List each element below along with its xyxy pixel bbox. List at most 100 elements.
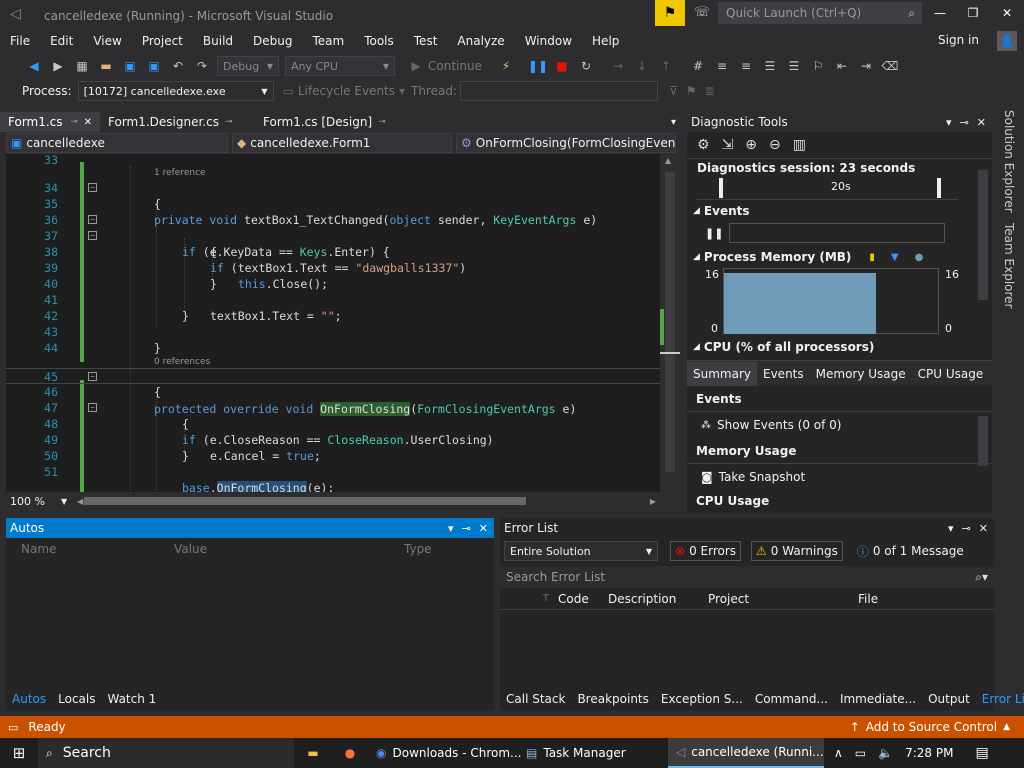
bookmark-icon[interactable]: ⚐: [808, 56, 828, 76]
flag-thread-icon[interactable]: ⚑: [686, 84, 697, 98]
prev-bookmark-icon[interactable]: ⇤: [832, 56, 852, 76]
pin-icon[interactable]: ⊸: [960, 116, 969, 129]
pin-icon[interactable]: ⊸: [462, 522, 471, 535]
filter-icon[interactable]: ⊽: [669, 84, 678, 98]
stack-frame-icon[interactable]: ≣: [705, 84, 715, 98]
menu-view[interactable]: View: [83, 30, 131, 52]
align-left-icon[interactable]: ≡: [712, 56, 732, 76]
close-button[interactable]: ✕: [997, 6, 1017, 22]
process-select[interactable]: [10172] cancelledexe.exe ▼: [77, 81, 274, 101]
tab-immediate-window[interactable]: Immediate...: [834, 692, 922, 706]
save-all-icon[interactable]: ▣: [144, 56, 164, 76]
warnings-filter-button[interactable]: ⚠ 0 Warnings: [751, 541, 843, 561]
tab-overflow-icon[interactable]: ▾: [671, 117, 676, 128]
class-select[interactable]: ◆ cancelledexe.Form1: [232, 133, 452, 153]
scroll-up-icon[interactable]: ▲: [665, 156, 671, 165]
project-select[interactable]: ▣ cancelledexe: [6, 133, 228, 153]
team-explorer-tab[interactable]: Team Explorer: [1002, 223, 1016, 309]
menu-debug[interactable]: Debug: [243, 30, 302, 52]
column-project[interactable]: Project: [708, 592, 749, 606]
export-icon[interactable]: ⇲: [722, 137, 734, 153]
timeline-ruler[interactable]: 20s: [697, 178, 958, 200]
collapse-triangle-icon[interactable]: ◢: [693, 206, 700, 216]
redo-icon[interactable]: ↷: [192, 56, 212, 76]
tab-autos[interactable]: Autos: [6, 692, 52, 706]
collapse-triangle-icon[interactable]: ◢: [693, 342, 700, 352]
close-icon[interactable]: ✕: [977, 116, 986, 129]
scroll-right-icon[interactable]: ▶: [650, 497, 656, 506]
collapse-icon[interactable]: −: [88, 183, 97, 192]
solution-explorer-tab[interactable]: Solution Explorer: [1002, 110, 1016, 213]
chevron-up-icon[interactable]: ▲: [1003, 722, 1010, 732]
panel-menu-icon[interactable]: ▾: [948, 522, 954, 535]
panel-menu-icon[interactable]: ▾: [448, 522, 454, 535]
pin-icon[interactable]: ⊸: [962, 522, 971, 535]
chevron-down-icon[interactable]: ▼: [61, 497, 67, 506]
panel-menu-icon[interactable]: ▾: [946, 116, 952, 129]
new-project-icon[interactable]: ▦: [72, 56, 92, 76]
collapse-icon[interactable]: −: [88, 215, 97, 224]
tab-events[interactable]: Events: [757, 367, 810, 381]
taskbar-task-manager[interactable]: ▤ Task Manager: [518, 738, 668, 768]
scroll-thumb[interactable]: [665, 172, 675, 472]
menu-edit[interactable]: Edit: [40, 30, 83, 52]
undo-icon[interactable]: ↶: [168, 56, 188, 76]
notifications-flag-icon[interactable]: ⚑: [655, 0, 685, 26]
diag-lower-scrollbar[interactable]: [976, 398, 990, 498]
collapse-icon[interactable]: −: [88, 372, 97, 381]
zoom-in-icon[interactable]: ⊕: [745, 137, 757, 153]
firefox-icon[interactable]: ●: [332, 738, 368, 768]
tab-form1-cs[interactable]: Form1.cs ⊸ ✕: [0, 112, 100, 132]
editor-vertical-scrollbar[interactable]: ▲: [660, 154, 680, 492]
file-explorer-icon[interactable]: ▬: [294, 738, 332, 768]
scroll-left-icon[interactable]: ◀: [77, 497, 83, 506]
menu-analyze[interactable]: Analyze: [447, 30, 514, 52]
feedback-icon[interactable]: ☏: [694, 5, 710, 20]
menu-project[interactable]: Project: [132, 30, 193, 52]
collapse-triangle-icon[interactable]: ◢: [693, 252, 700, 262]
tab-locals[interactable]: Locals: [52, 692, 101, 706]
menu-file[interactable]: File: [0, 30, 40, 52]
cpu-track-header[interactable]: ◢ CPU (% of all processors): [687, 338, 992, 356]
close-icon[interactable]: ✕: [479, 522, 488, 535]
menu-window[interactable]: Window: [515, 30, 582, 52]
events-timeline[interactable]: [729, 223, 946, 243]
next-bookmark-icon[interactable]: ⇥: [856, 56, 876, 76]
tab-output[interactable]: Output: [922, 692, 976, 706]
menu-team[interactable]: Team: [302, 30, 354, 52]
column-description[interactable]: Description: [608, 592, 676, 606]
show-hidden-icons-icon[interactable]: ∧: [834, 746, 843, 760]
continue-button[interactable]: Continue: [428, 59, 482, 73]
quick-launch-input[interactable]: Quick Launch (Ctrl+Q) ⌕: [718, 2, 922, 24]
step-into-icon[interactable]: ↓: [632, 56, 652, 76]
filter-icon[interactable]: ⊤: [542, 594, 550, 604]
menu-test[interactable]: Test: [404, 30, 448, 52]
menu-tools[interactable]: Tools: [354, 30, 404, 52]
clock-time[interactable]: 7:28 PM: [905, 746, 953, 760]
uncomment-icon[interactable]: ☰: [784, 56, 804, 76]
close-tab-icon[interactable]: ✕: [84, 117, 92, 128]
editor-horizontal-scroll-thumb[interactable]: [84, 497, 526, 505]
save-icon[interactable]: ▣: [120, 56, 140, 76]
continue-play-icon[interactable]: ▶: [406, 56, 426, 76]
step-out-icon[interactable]: ↑: [656, 56, 676, 76]
reset-view-icon[interactable]: ▥: [793, 137, 806, 153]
account-avatar-icon[interactable]: 👤: [997, 31, 1017, 51]
column-file[interactable]: File: [858, 592, 878, 606]
memory-track-header[interactable]: ◢ Process Memory (MB) ▮ ▼ ●: [687, 246, 992, 268]
clear-bookmarks-icon[interactable]: ⌫: [880, 56, 900, 76]
timeline-handle-left[interactable]: [719, 178, 723, 198]
network-icon[interactable]: ▭: [855, 746, 866, 760]
zoom-out-icon[interactable]: ⊖: [769, 137, 781, 153]
add-to-source-control-button[interactable]: Add to Source Control: [866, 720, 997, 734]
search-icon[interactable]: ⌕▾: [975, 570, 988, 585]
taskbar-chrome-downloads[interactable]: ◉ Downloads - Chrom...: [368, 738, 521, 768]
tab-exception-settings[interactable]: Exception S...: [655, 692, 749, 706]
scroll-thumb[interactable]: [978, 416, 988, 466]
tab-command-window[interactable]: Command...: [749, 692, 834, 706]
code-lens-references[interactable]: 1 reference: [154, 168, 206, 178]
tab-breakpoints[interactable]: Breakpoints: [571, 692, 654, 706]
taskbar-search-box[interactable]: ⌕ Search: [38, 738, 294, 768]
maximize-button[interactable]: ❐: [963, 6, 983, 22]
solution-configuration-select[interactable]: Debug ▼: [217, 56, 279, 76]
